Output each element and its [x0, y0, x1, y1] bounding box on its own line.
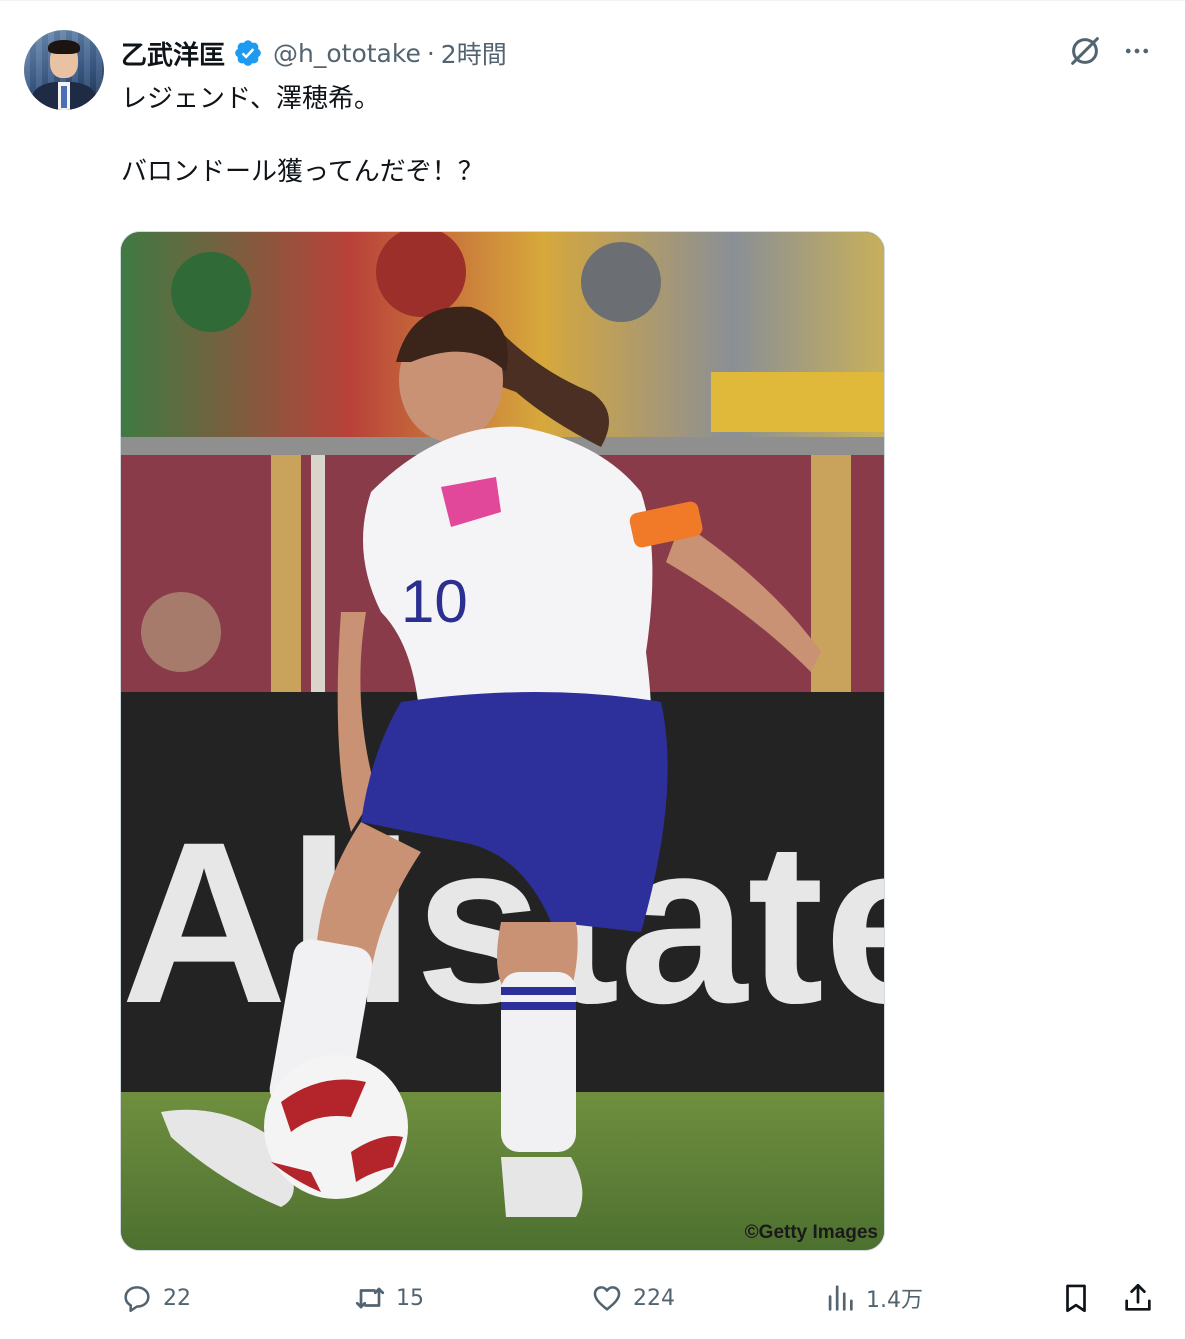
- like-button[interactable]: 224: [589, 1275, 675, 1321]
- reply-icon: [119, 1280, 155, 1316]
- views-count: 1.4万: [866, 1288, 923, 1313]
- avatar[interactable]: [24, 30, 104, 110]
- reply-count: 22: [163, 1285, 191, 1311]
- avatar-tie: [61, 86, 67, 108]
- heart-icon: [589, 1280, 625, 1316]
- avatar-hair: [48, 40, 80, 54]
- repost-count: 15: [396, 1285, 424, 1311]
- share-button[interactable]: [1120, 1275, 1156, 1321]
- tweet-text: レジェンド、澤穂希。 バロンドール獲ってんだぞ！？: [121, 82, 1101, 190]
- bookmark-button[interactable]: [1058, 1275, 1094, 1321]
- tweet-photo[interactable]: Allstate 10 ©Getty Images: [120, 231, 885, 1251]
- more-icon[interactable]: [1116, 30, 1158, 72]
- tweet-text-line: バロンドール獲ってんだぞ！？: [121, 157, 484, 187]
- author-handle[interactable]: @h_ototake: [273, 39, 421, 68]
- grok-icon[interactable]: [1064, 30, 1106, 72]
- tweet-header: 乙武洋匡 @h_ototake · 2時間: [121, 33, 507, 73]
- author-name[interactable]: 乙武洋匡: [121, 35, 225, 72]
- tweet-time[interactable]: 2時間: [441, 35, 507, 71]
- jersey-number: 10: [401, 568, 468, 635]
- top-divider: [0, 0, 1185, 1]
- header-separator: ·: [426, 38, 435, 68]
- views-button[interactable]: 1.4万: [822, 1275, 923, 1321]
- reply-button[interactable]: 22: [119, 1275, 191, 1321]
- repost-button[interactable]: 15: [352, 1275, 424, 1321]
- soccer-player-photo: Allstate 10: [121, 232, 884, 1250]
- tweet-text-line: レジェンド、澤穂希。: [121, 84, 380, 114]
- repost-icon: [352, 1280, 388, 1316]
- share-icon: [1120, 1280, 1156, 1316]
- views-icon: [822, 1280, 858, 1316]
- verified-badge-icon[interactable]: [233, 38, 263, 68]
- photo-credit: ©Getty Images: [744, 1222, 878, 1243]
- like-count: 224: [633, 1285, 675, 1311]
- bookmark-icon: [1058, 1280, 1094, 1316]
- tweet-actions: 22 15 224 1.4万: [0, 1275, 1185, 1321]
